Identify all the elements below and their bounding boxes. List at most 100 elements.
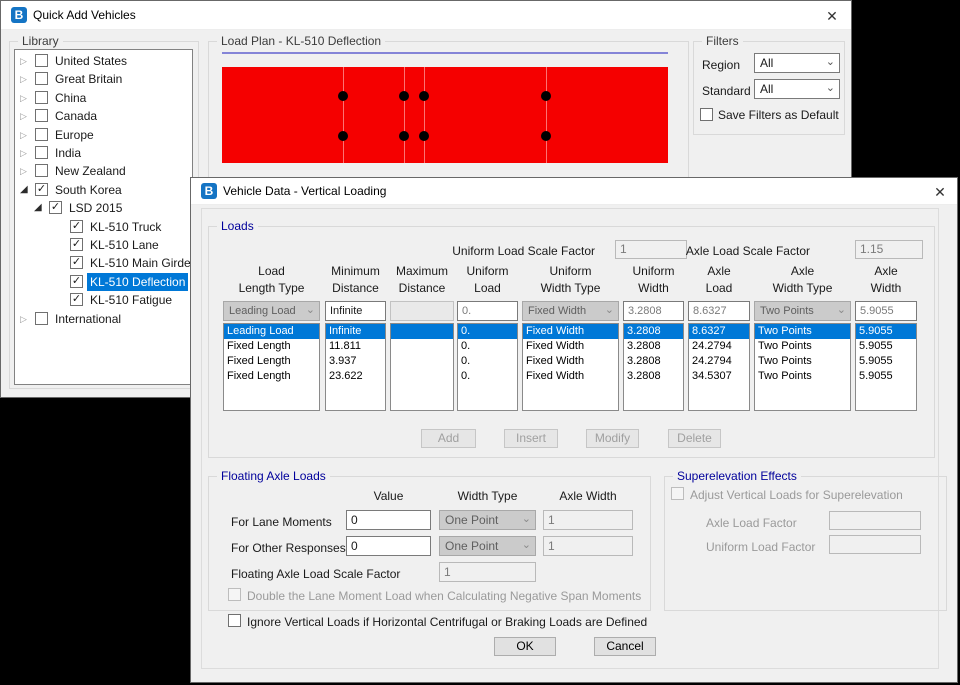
list-cell[interactable]: Infinite <box>326 324 385 339</box>
loads-list-column-uniform-load[interactable]: 0.0.0.0. <box>457 323 518 411</box>
editor-uniform-width-type-select[interactable]: Fixed Width⌄ <box>522 301 619 321</box>
tree-item-kl-510-lane[interactable]: ✓KL-510 Lane <box>15 236 192 254</box>
list-cell[interactable]: 3.2808 <box>624 354 683 369</box>
editor-axle-width-type-select[interactable]: Two Points⌄ <box>754 301 851 321</box>
list-cell[interactable]: Fixed Width <box>523 339 618 354</box>
close-icon[interactable]: ✕ <box>817 8 847 25</box>
tree-item-checkbox[interactable]: ✓ <box>49 201 62 214</box>
list-cell[interactable]: 5.9055 <box>856 354 916 369</box>
tree-item-canada[interactable]: ▷Canada <box>15 107 192 125</box>
collapse-icon[interactable]: ◢ <box>34 202 42 214</box>
list-cell[interactable] <box>391 324 453 339</box>
tree-item-lsd-2015[interactable]: ◢✓LSD 2015 <box>15 199 192 217</box>
tree-item-checkbox[interactable] <box>35 312 48 325</box>
list-cell[interactable]: 23.622 <box>326 369 385 384</box>
adjust-superelevation-checkbox[interactable] <box>671 487 684 500</box>
tree-item-checkbox[interactable]: ✓ <box>70 238 83 251</box>
expand-icon[interactable]: ▷ <box>20 73 27 85</box>
list-cell[interactable]: 5.9055 <box>856 339 916 354</box>
list-cell[interactable] <box>391 369 453 384</box>
region-select[interactable]: All ⌄ <box>754 53 840 73</box>
list-cell[interactable]: Fixed Length <box>224 369 319 384</box>
expand-icon[interactable]: ▷ <box>20 147 27 159</box>
list-cell[interactable]: Fixed Length <box>224 339 319 354</box>
list-cell[interactable]: 0. <box>458 324 517 339</box>
list-cell[interactable]: 3.2808 <box>624 369 683 384</box>
tree-item-kl-510-main-girder[interactable]: ✓KL-510 Main Girder <box>15 254 192 272</box>
expand-icon[interactable]: ▷ <box>20 313 27 325</box>
editor-max-distance-input[interactable] <box>390 301 454 321</box>
list-cell[interactable]: Leading Load <box>224 324 319 339</box>
loads-list-column-uniform-width-type[interactable]: Fixed WidthFixed WidthFixed WidthFixed W… <box>522 323 619 411</box>
list-cell[interactable] <box>391 354 453 369</box>
insert-button[interactable]: Insert <box>504 429 558 448</box>
loads-list-column-axle-load[interactable]: 8.632724.279424.279434.5307 <box>688 323 750 411</box>
list-cell[interactable]: Fixed Width <box>523 369 618 384</box>
uniform-load-scale-factor-field[interactable]: 1 <box>615 240 687 259</box>
lane-moments-axle-width-field[interactable]: 1 <box>543 510 633 530</box>
list-cell[interactable]: 0. <box>458 354 517 369</box>
editor-uniform-load-input[interactable]: 0. <box>457 301 518 321</box>
list-cell[interactable]: 0. <box>458 369 517 384</box>
tree-item-checkbox[interactable]: ✓ <box>70 256 83 269</box>
expand-icon[interactable]: ▷ <box>20 165 27 177</box>
other-responses-width-type-select[interactable]: One Point ⌄ <box>439 536 536 556</box>
list-cell[interactable]: Two Points <box>755 324 850 339</box>
tree-item-south-korea[interactable]: ◢✓South Korea <box>15 181 192 199</box>
tree-item-china[interactable]: ▷China <box>15 89 192 107</box>
ignore-vertical-loads-checkbox[interactable] <box>228 614 241 627</box>
loads-list-column-axle-width-type[interactable]: Two PointsTwo PointsTwo PointsTwo Points <box>754 323 851 411</box>
list-cell[interactable]: Fixed Length <box>224 354 319 369</box>
loads-list-column-uniform-width[interactable]: 3.28083.28083.28083.2808 <box>623 323 684 411</box>
delete-button[interactable]: Delete <box>668 429 721 448</box>
tree-item-checkbox[interactable] <box>35 146 48 159</box>
list-cell[interactable]: 3.2808 <box>624 339 683 354</box>
tree-item-new-zealand[interactable]: ▷New Zealand <box>15 162 192 180</box>
tree-item-checkbox[interactable] <box>35 128 48 141</box>
add-button[interactable]: Add <box>421 429 476 448</box>
lane-moments-value-input[interactable]: 0 <box>346 510 431 530</box>
collapse-icon[interactable]: ◢ <box>20 184 28 196</box>
axle-load-scale-factor-field[interactable]: 1.15 <box>855 240 923 259</box>
list-cell[interactable]: 24.2794 <box>689 339 749 354</box>
other-responses-axle-width-field[interactable]: 1 <box>543 536 633 556</box>
loads-list-column-maximum-distance[interactable] <box>390 323 454 411</box>
quick-add-titlebar[interactable]: B Quick Add Vehicles ✕ <box>1 1 851 30</box>
loads-list-column-axle-width[interactable]: 5.90555.90555.90555.9055 <box>855 323 917 411</box>
tree-item-kl-510-deflection[interactable]: ✓KL-510 Deflection <box>15 273 192 291</box>
tree-item-kl-510-fatigue[interactable]: ✓KL-510 Fatigue <box>15 291 192 309</box>
tree-item-checkbox[interactable]: ✓ <box>70 275 83 288</box>
editor-uniform-width-input[interactable]: 3.2808 <box>623 301 684 321</box>
list-cell[interactable]: Two Points <box>755 369 850 384</box>
loads-list-column-load-length-type[interactable]: Leading LoadFixed LengthFixed LengthFixe… <box>223 323 320 411</box>
list-cell[interactable]: 5.9055 <box>856 369 916 384</box>
editor-axle-load-input[interactable]: 8.6327 <box>688 301 750 321</box>
tree-item-united-states[interactable]: ▷United States <box>15 52 192 70</box>
tree-item-europe[interactable]: ▷Europe <box>15 126 192 144</box>
list-cell[interactable]: 3.937 <box>326 354 385 369</box>
list-cell[interactable]: 11.811 <box>326 339 385 354</box>
tree-item-checkbox[interactable]: ✓ <box>70 220 83 233</box>
other-responses-value-input[interactable]: 0 <box>346 536 431 556</box>
expand-icon[interactable]: ▷ <box>20 55 27 67</box>
tree-item-checkbox[interactable]: ✓ <box>35 183 48 196</box>
ok-button[interactable]: OK <box>494 637 556 656</box>
tree-item-checkbox[interactable] <box>35 164 48 177</box>
list-cell[interactable]: 8.6327 <box>689 324 749 339</box>
lane-moments-width-type-select[interactable]: One Point ⌄ <box>439 510 536 530</box>
editor-length-type-select[interactable]: Leading Load⌄ <box>223 301 320 321</box>
list-cell[interactable]: Two Points <box>755 339 850 354</box>
tree-item-india[interactable]: ▷India <box>15 144 192 162</box>
tree-item-international[interactable]: ▷International <box>15 310 192 328</box>
list-cell[interactable]: Fixed Width <box>523 354 618 369</box>
vehicle-data-titlebar[interactable]: B Vehicle Data - Vertical Loading ✕ <box>191 178 957 205</box>
expand-icon[interactable]: ▷ <box>20 110 27 122</box>
tree-item-checkbox[interactable] <box>35 54 48 67</box>
list-cell[interactable]: 5.9055 <box>856 324 916 339</box>
cancel-button[interactable]: Cancel <box>594 637 656 656</box>
list-cell[interactable]: 0. <box>458 339 517 354</box>
tree-item-checkbox[interactable] <box>35 72 48 85</box>
close-icon[interactable]: ✕ <box>925 184 955 201</box>
expand-icon[interactable]: ▷ <box>20 129 27 141</box>
floating-axle-scale-factor-field[interactable]: 1 <box>439 562 536 582</box>
